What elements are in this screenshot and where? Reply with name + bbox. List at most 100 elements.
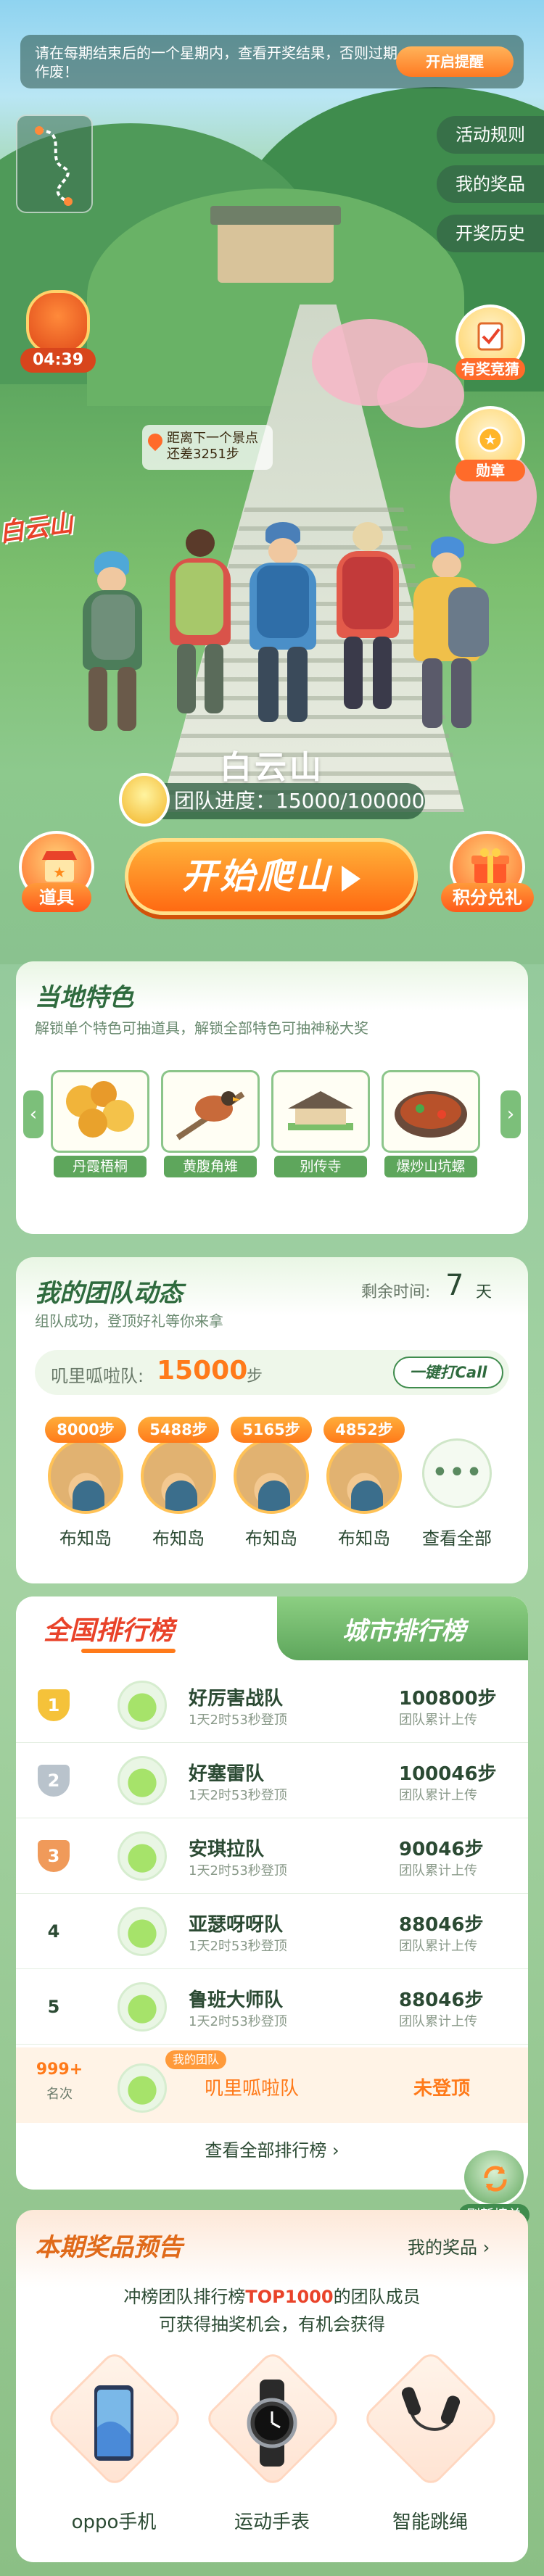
feature-item[interactable]: 别传寺 [271, 1070, 370, 1179]
feature-item[interactable]: 黄腹角雉 [161, 1070, 260, 1179]
points-exchange-label: 积分兑礼 [441, 883, 534, 912]
feature-label: 爆炒山坑螺 [384, 1156, 477, 1177]
rank-steps: 100800步 [399, 1688, 497, 1710]
rank-time: 1天2时53秒登顶 [189, 1863, 287, 1879]
avatar [48, 1438, 123, 1514]
route-map-thumbnail[interactable] [16, 115, 93, 213]
enable-reminder-button[interactable]: 开启提醒 [396, 46, 514, 77]
my-team-row[interactable]: 999+ 名次 我的团队 叽里呱啦队 未登顶 [16, 2047, 528, 2123]
prize-desc-highlight: TOP1000 [245, 2287, 334, 2307]
my-prizes-link[interactable]: 我的奖品 › [408, 2233, 490, 2258]
table-row[interactable]: 2 好塞雷队 1天2时53秒登顶 100046步 团队累计上传 [16, 1743, 528, 1818]
table-row[interactable]: 3 安琪拉队 1天2时53秒登顶 90046步 团队累计上传 [16, 1818, 528, 1894]
my-team-name: 叽里呱啦队 [205, 2078, 300, 2100]
props-label: 道具 [22, 883, 91, 912]
view-all-ranking-link[interactable]: 查看全部排行榜 › [16, 2136, 528, 2161]
member-name: 布知岛 [338, 1528, 390, 1549]
next-spot-distance: 距离下一个景点 还差3251步 [142, 425, 273, 470]
checklist-icon [477, 322, 503, 351]
member-steps: 5165步 [231, 1417, 312, 1443]
rank-team-name: 好塞雷队 [189, 1763, 265, 1785]
features-prev-button[interactable]: ‹ [23, 1090, 44, 1138]
hiker-figure [328, 522, 408, 718]
rank-team-name: 亚瑟呀呀队 [189, 1914, 284, 1936]
feature-image [382, 1070, 480, 1153]
feature-item[interactable]: 爆炒山坑螺 [382, 1070, 480, 1179]
prize-desc-line2: 可获得抽奖机会，有机会获得 [159, 2314, 385, 2335]
start-climbing-label: 开始爬山 [181, 856, 333, 897]
my-team-tag: 我的团队 [165, 2050, 227, 2069]
call-button[interactable]: 一键打Call [393, 1357, 503, 1388]
view-all-ranking-label: 查看全部排行榜 [205, 2140, 327, 2161]
local-features-card: 当地特色 解锁单个特色可抽道具，解锁全部特色可抽神秘大奖 ‹ › 丹霞梧桐 黄腹… [16, 961, 528, 1234]
medal-label: 勋章 [456, 460, 525, 481]
chevron-right-icon: › [326, 2140, 339, 2161]
team-summary-bar: 叽里呱啦队: 15000 步 一键打Call [35, 1350, 509, 1395]
prize-desc-line1: 冲榜团队排行榜TOP1000的团队成员 [16, 2282, 528, 2308]
play-arrow-icon [342, 866, 360, 892]
location-pin-icon [144, 430, 166, 452]
prize-item[interactable]: 智能跳绳 [360, 2348, 501, 2536]
features-next-button[interactable]: › [500, 1090, 521, 1138]
notice-bar: 请在每期结束后的一个星期内，查看开奖结果，否则过期作废！ 开启提醒 [20, 35, 524, 88]
member-name: 布知岛 [152, 1528, 205, 1549]
lottery-history-button[interactable]: 开奖历史 [437, 215, 544, 252]
next-spot-steps: 还差3251步 [167, 447, 239, 462]
phone-icon [94, 2385, 133, 2461]
feature-label: 黄腹角雉 [164, 1156, 257, 1177]
ginkgo-leaves-icon [66, 1081, 134, 1138]
team-dynamics-card: 我的团队动态 剩余时间: 7 天 组队成功，登顶好礼等你来拿 叽里呱啦队: 15… [16, 1257, 528, 1583]
tab-national-label: 全国排行榜 [44, 1616, 175, 1646]
next-spot-label: 距离下一个景点 [167, 431, 258, 446]
prize-item[interactable]: 运动手表 [202, 2348, 343, 2536]
prize-name: 智能跳绳 [392, 2511, 468, 2533]
member-name: 布知岛 [245, 1528, 297, 1549]
view-all-members-label: 查看全部 [422, 1528, 492, 1549]
team-steps-unit: 步 [247, 1367, 263, 1386]
tab-underline [81, 1649, 176, 1653]
countdown-timer: 04:39 [20, 348, 96, 373]
rank-team-name: 好厉害战队 [189, 1688, 284, 1710]
activity-rules-button[interactable]: 活动规则 [437, 116, 544, 154]
feature-item[interactable]: 丹霞梧桐 [51, 1070, 149, 1179]
my-prizes-button[interactable]: 我的奖品 [437, 165, 544, 203]
rank-steps: 100046步 [399, 1763, 497, 1785]
team-member[interactable]: 5165步 布知岛 [231, 1417, 312, 1562]
table-row[interactable]: 5 鲁班大师队 1天2时53秒登顶 88046步 团队累计上传 [16, 1969, 528, 2045]
refresh-circle [461, 2148, 527, 2207]
avatar [118, 1681, 167, 1730]
hiker-figure [403, 537, 490, 732]
smartwatch-icon [247, 2380, 297, 2467]
feature-label: 别传寺 [274, 1156, 367, 1177]
prize-preview-card: 本期奖品预告 我的奖品 › 冲榜团队排行榜TOP1000的团队成员 可获得抽奖机… [16, 2210, 528, 2562]
team-member[interactable]: 8000步 布知岛 [45, 1417, 126, 1562]
avatar [118, 1982, 167, 2032]
tab-city-label: 城市排行榜 [342, 1617, 466, 1646]
member-steps: 5488步 [138, 1417, 219, 1443]
rank-steps: 88046步 [399, 1989, 484, 2011]
temple-roof [210, 206, 341, 225]
rank-time: 1天2时53秒登顶 [189, 2014, 287, 2029]
table-row[interactable]: 1 好厉害战队 1天2时53秒登顶 100800步 团队累计上传 [16, 1668, 528, 1743]
team-member[interactable]: 5488步 布知岛 [138, 1417, 219, 1562]
feature-image [51, 1070, 149, 1153]
trophy-medal-icon [119, 773, 170, 827]
member-steps: 4852步 [323, 1417, 405, 1443]
timer-reward-bag[interactable]: 04:39 [16, 290, 100, 378]
table-row[interactable]: 4 亚瑟呀呀队 1天2时53秒登顶 88046步 团队累计上传 [16, 1894, 528, 1969]
prize-guess-badge[interactable]: 有奖竞猜 [456, 305, 525, 380]
tab-city-ranking[interactable]: 城市排行榜 [277, 1596, 528, 1660]
rank-note: 团队累计上传 [399, 2014, 477, 2029]
medal-badge[interactable]: ★ 勋章 [456, 406, 525, 481]
prize-name: 运动手表 [234, 2511, 310, 2533]
team-member[interactable]: 4852步 布知岛 [323, 1417, 405, 1562]
view-all-members-button[interactable]: ••• 查看全部 [416, 1417, 498, 1562]
feature-image [271, 1070, 370, 1153]
team-name: 叽里呱啦队: [51, 1366, 144, 1386]
medal-icon: ★ [477, 426, 503, 452]
my-prizes-label: 我的奖品 [408, 2237, 477, 2258]
prize-item[interactable]: oppo手机 [44, 2348, 185, 2536]
tab-national-ranking[interactable]: 全国排行榜 [16, 1596, 292, 1660]
start-climbing-button[interactable]: 开始爬山 [125, 838, 418, 915]
feature-label: 丹霞梧桐 [54, 1156, 147, 1177]
